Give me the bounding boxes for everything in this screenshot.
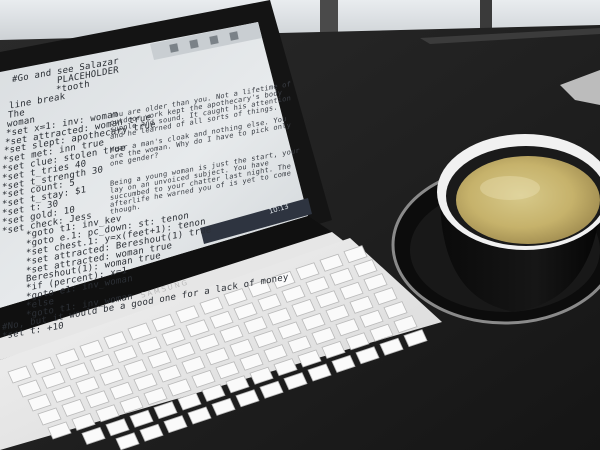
photo-scene (0, 0, 600, 450)
toolbar-icon (189, 39, 199, 49)
toolbar-icon (229, 31, 239, 41)
tea-surface (456, 156, 600, 244)
tea-reflection (480, 176, 540, 200)
toolbar-icon (209, 35, 219, 45)
toolbar-icon (169, 43, 179, 53)
